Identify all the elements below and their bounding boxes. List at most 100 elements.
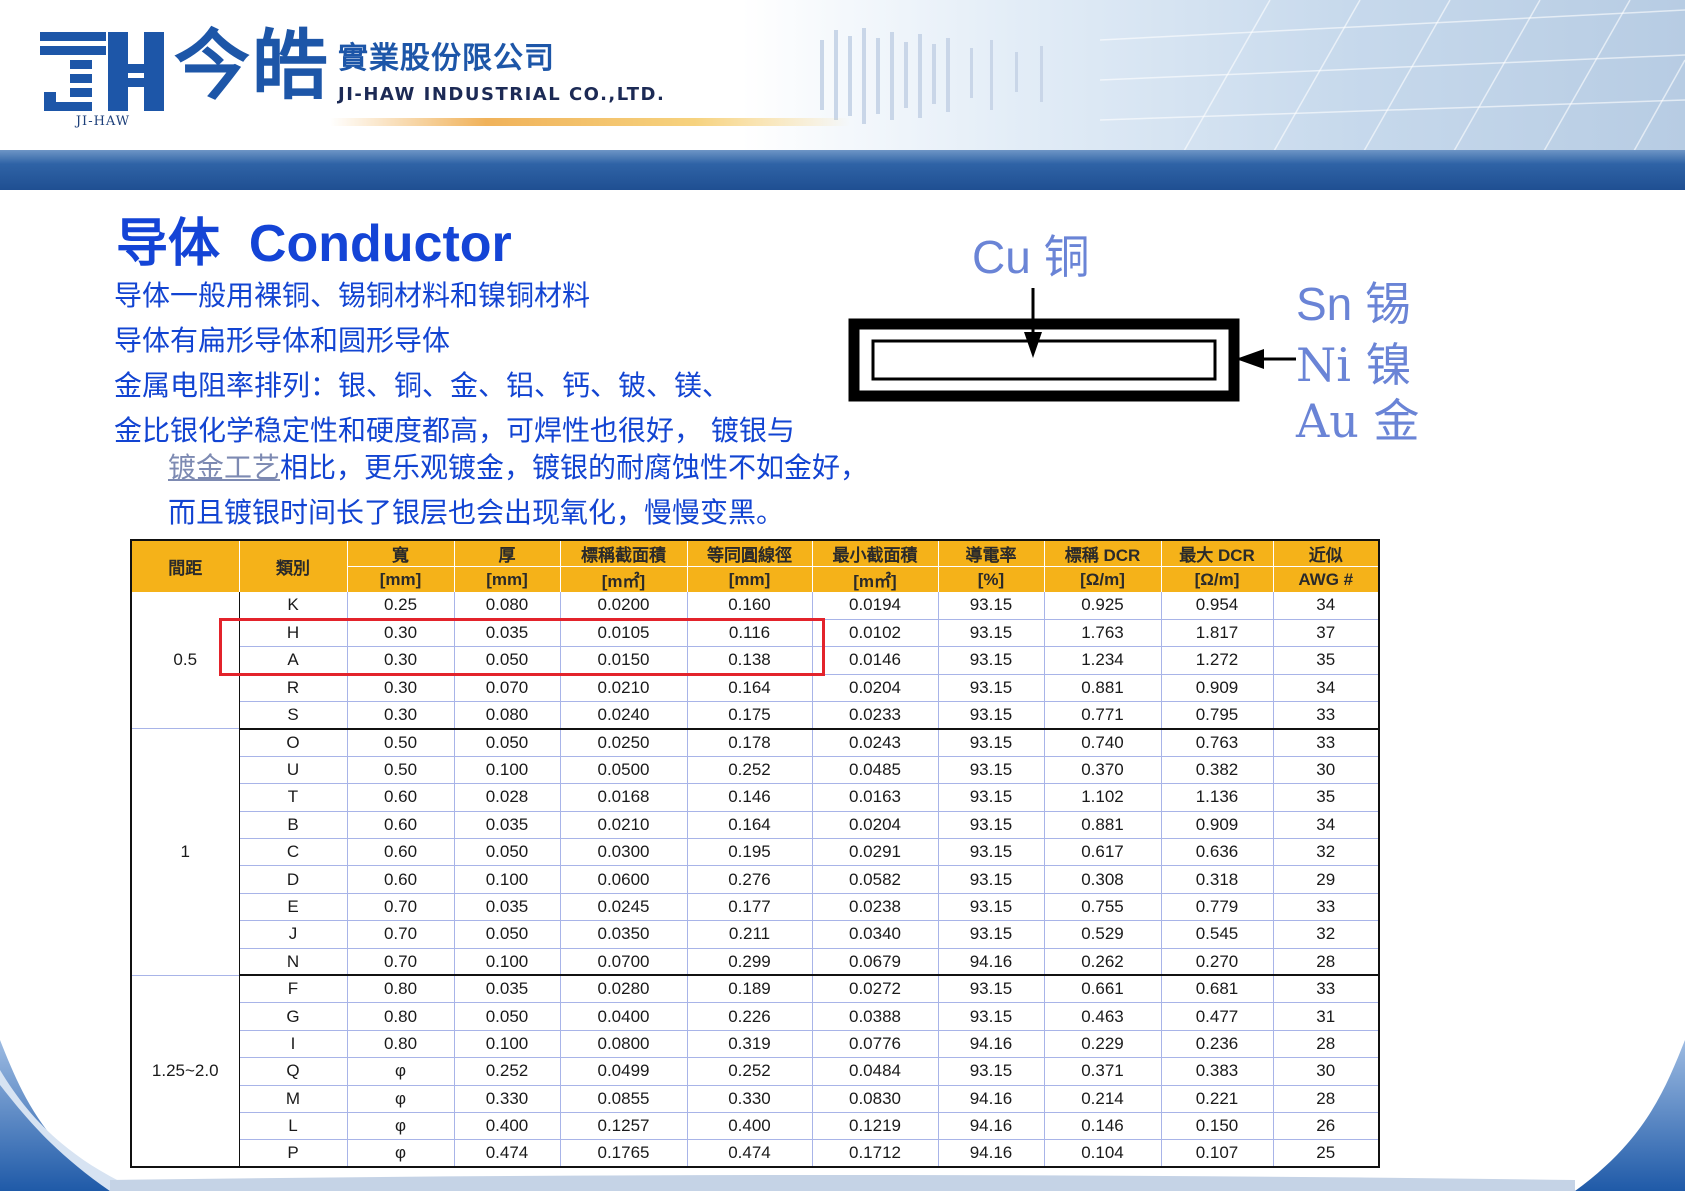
cell-width: 0.60 <box>346 865 455 894</box>
text-line-5: 镀金工艺相比，更乐观镀金，镀银的耐腐蚀性不如金好， <box>168 446 868 490</box>
cell-max-dcr: 0.236 <box>1160 1030 1274 1059</box>
cell-conductivity: 94.16 <box>937 948 1045 977</box>
cell-type: B <box>238 811 348 840</box>
cell-nominal-area: 0.0210 <box>559 674 688 703</box>
table-row: T 0.60 0.028 0.0168 0.146 0.0163 93.15 1.102 1.1… <box>131 783 1380 812</box>
cell-conductivity: 93.15 <box>937 701 1045 730</box>
cell-min-area: 0.0291 <box>811 838 939 867</box>
cell-thickness: 0.050 <box>453 838 561 867</box>
cell-awg: 30 <box>1272 1057 1380 1086</box>
cell-max-dcr: 0.779 <box>1160 893 1274 922</box>
header-nominal-dcr: 標稱 DCR <box>1043 540 1162 567</box>
cell-nominal-dcr: 0.529 <box>1043 920 1162 949</box>
cell-thickness: 0.050 <box>453 920 561 949</box>
conductor-spec-table: 間距 類別 寬 厚 標稱截面積 等同圓線徑 最小截面積 導電率 標稱 DCR 最… <box>130 539 1380 1169</box>
header-thickness: 厚 <box>453 540 561 567</box>
table-row: D 0.60 0.100 0.0600 0.276 0.0582 93.15 0.308 0.3… <box>131 865 1380 894</box>
cell-nominal-area: 0.0350 <box>559 920 688 949</box>
cell-nominal-area: 0.0200 <box>559 592 688 620</box>
cell-nominal-dcr: 0.771 <box>1043 701 1162 730</box>
cell-type: P <box>238 1139 348 1169</box>
cell-thickness: 0.035 <box>453 619 561 648</box>
table-row: N 0.70 0.100 0.0700 0.299 0.0679 94.16 0.262 0.2… <box>131 948 1380 977</box>
cell-thickness: 0.100 <box>453 865 561 894</box>
title-en: Conductor <box>248 215 512 273</box>
cell-max-dcr: 0.150 <box>1160 1112 1274 1141</box>
cell-nominal-dcr: 1.763 <box>1043 619 1162 648</box>
cell-nominal-dcr: 0.617 <box>1043 838 1162 867</box>
cell-equiv-diameter: 0.226 <box>686 1002 813 1031</box>
cell-thickness: 0.080 <box>453 701 561 730</box>
cell-type: F <box>238 975 348 1004</box>
cell-type: T <box>238 783 348 812</box>
cell-width: 0.60 <box>346 783 455 812</box>
cu-arrow-head <box>1024 332 1042 358</box>
cell-nominal-area: 0.0800 <box>559 1030 688 1059</box>
cell-min-area: 0.0484 <box>811 1057 939 1086</box>
cell-thickness: 0.474 <box>453 1139 561 1169</box>
cell-min-area: 0.0204 <box>811 674 939 703</box>
cell-width: 0.70 <box>346 948 455 977</box>
cell-type: Q <box>238 1057 348 1086</box>
cell-equiv-diameter: 0.252 <box>686 1057 813 1086</box>
cell-awg: 28 <box>1272 948 1380 977</box>
sn-label: Sn 锡 <box>1296 278 1412 330</box>
cell-equiv-diameter: 0.330 <box>686 1085 813 1113</box>
cell-nominal-dcr: 0.661 <box>1043 975 1162 1004</box>
header-width: 寬 <box>346 540 455 567</box>
cell-nominal-dcr: 0.308 <box>1043 865 1162 894</box>
cell-nominal-area: 0.0168 <box>559 783 688 812</box>
unit-thickness: [mm] <box>453 566 561 592</box>
cell-max-dcr: 0.909 <box>1160 674 1274 703</box>
cell-nominal-area: 0.0855 <box>559 1085 688 1113</box>
cell-awg: 34 <box>1272 592 1380 620</box>
cell-min-area: 0.0163 <box>811 783 939 812</box>
unit-nominal-area: [m㎡] <box>559 566 688 592</box>
cell-equiv-diameter: 0.319 <box>686 1030 813 1059</box>
cell-nominal-dcr: 0.146 <box>1043 1112 1162 1141</box>
cell-width: φ <box>346 1057 455 1086</box>
cell-equiv-diameter: 0.189 <box>686 975 813 1004</box>
cell-awg: 35 <box>1272 646 1380 675</box>
cell-conductivity: 93.15 <box>937 838 1045 867</box>
cell-nominal-dcr: 0.262 <box>1043 948 1162 977</box>
header-min-area: 最小截面積 <box>811 540 939 567</box>
cell-awg: 34 <box>1272 811 1380 840</box>
cell-equiv-diameter: 0.252 <box>686 756 813 785</box>
cell-width: 0.70 <box>346 893 455 922</box>
cell-min-area: 0.0679 <box>811 948 939 977</box>
cell-equiv-diameter: 0.146 <box>686 783 813 812</box>
cell-min-area: 0.0238 <box>811 893 939 922</box>
cell-type: N <box>238 948 348 977</box>
cell-width: 0.30 <box>346 701 455 730</box>
unit-nominal-dcr: [Ω/m] <box>1043 566 1162 592</box>
cell-nominal-dcr: 0.755 <box>1043 893 1162 922</box>
table-row: A 0.30 0.050 0.0150 0.138 0.0146 93.15 1.234 1.2… <box>131 646 1380 675</box>
cell-equiv-diameter: 0.276 <box>686 865 813 894</box>
cell-awg: 31 <box>1272 1002 1380 1031</box>
cell-thickness: 0.100 <box>453 948 561 977</box>
cell-max-dcr: 0.795 <box>1160 701 1274 730</box>
cell-min-area: 0.0340 <box>811 920 939 949</box>
cell-awg: 28 <box>1272 1085 1380 1113</box>
table-row: Qφ 0.252 0.0499 0.252 0.0484 93.15 0.371 0.383 3… <box>131 1057 1380 1086</box>
text-line-6: 而且镀银时间长了银层也会出现氧化，慢慢变黑。 <box>168 496 785 529</box>
cell-nominal-area: 0.0105 <box>559 619 688 648</box>
cell-equiv-diameter: 0.116 <box>686 619 813 648</box>
cell-nominal-area: 0.1765 <box>559 1139 688 1169</box>
cell-equiv-diameter: 0.474 <box>686 1139 813 1169</box>
cell-awg: 35 <box>1272 783 1380 812</box>
cell-nominal-dcr: 1.102 <box>1043 783 1162 812</box>
cell-nominal-area: 0.0600 <box>559 865 688 894</box>
cell-type: M <box>238 1085 348 1113</box>
cell-thickness: 0.050 <box>453 646 561 675</box>
gold-plating-link[interactable]: 镀金工艺 <box>168 451 280 484</box>
cell-thickness: 0.050 <box>453 1002 561 1031</box>
cell-width: 0.30 <box>346 674 455 703</box>
cell-width: 0.80 <box>346 1030 455 1059</box>
text-line-2: 导体有扁形导体和圆形导体 <box>114 324 451 357</box>
conductor-spec-table-wrapper: 間距 類別 寬 厚 標稱截面積 等同圓線徑 最小截面積 導電率 標稱 DCR 最… <box>130 539 1380 1169</box>
cell-nominal-area: 0.0250 <box>559 728 688 757</box>
table-row: Lφ 0.400 0.1257 0.400 0.1219 94.16 0.146 0.150 2… <box>131 1112 1380 1141</box>
cell-conductivity: 93.15 <box>937 783 1045 812</box>
